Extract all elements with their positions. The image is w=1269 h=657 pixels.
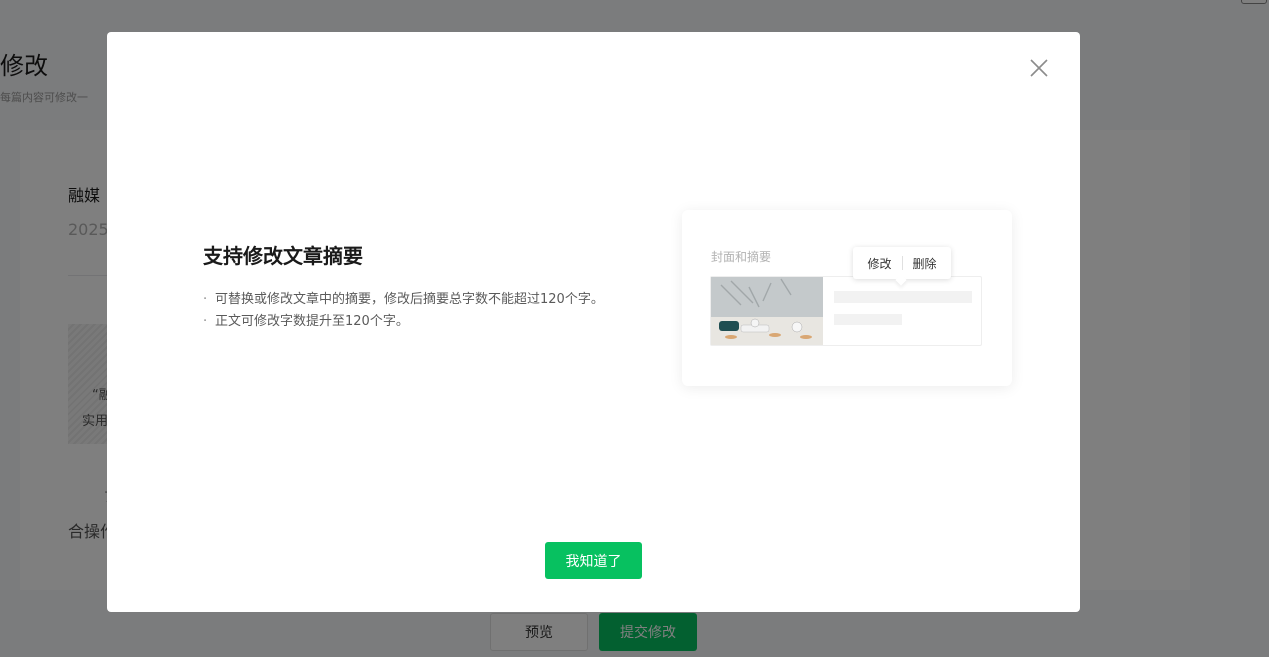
popover-edit: 修改 <box>867 256 892 271</box>
cover-summary-label: 封面和摘要 <box>711 250 772 264</box>
summary-placeholder-line <box>834 314 902 325</box>
feature-point: 可替换或修改文章中的摘要，修改后摘要总字数不能超过120个字。 <box>203 289 623 311</box>
article-preview-box <box>710 276 982 346</box>
summary-placeholder-line <box>834 291 972 303</box>
popover-delete: 删除 <box>912 256 937 271</box>
feature-intro-dialog: 支持修改文章摘要 可替换或修改文章中的摘要，修改后摘要总字数不能超过120个字。… <box>107 32 1080 612</box>
got-it-button[interactable]: 我知道了 <box>545 542 642 579</box>
action-popover: 修改 删除 <box>853 247 951 279</box>
feature-illustration: 封面和摘要 修改 删除 <box>682 210 1012 386</box>
feature-list: 可替换或修改文章中的摘要，修改后摘要总字数不能超过120个字。 正文可修改字数提… <box>203 289 623 333</box>
feature-point: 正文可修改字数提升至120个字。 <box>203 311 623 333</box>
close-icon[interactable] <box>1027 56 1051 80</box>
dialog-title: 支持修改文章摘要 <box>203 244 363 268</box>
cover-image <box>711 277 823 345</box>
